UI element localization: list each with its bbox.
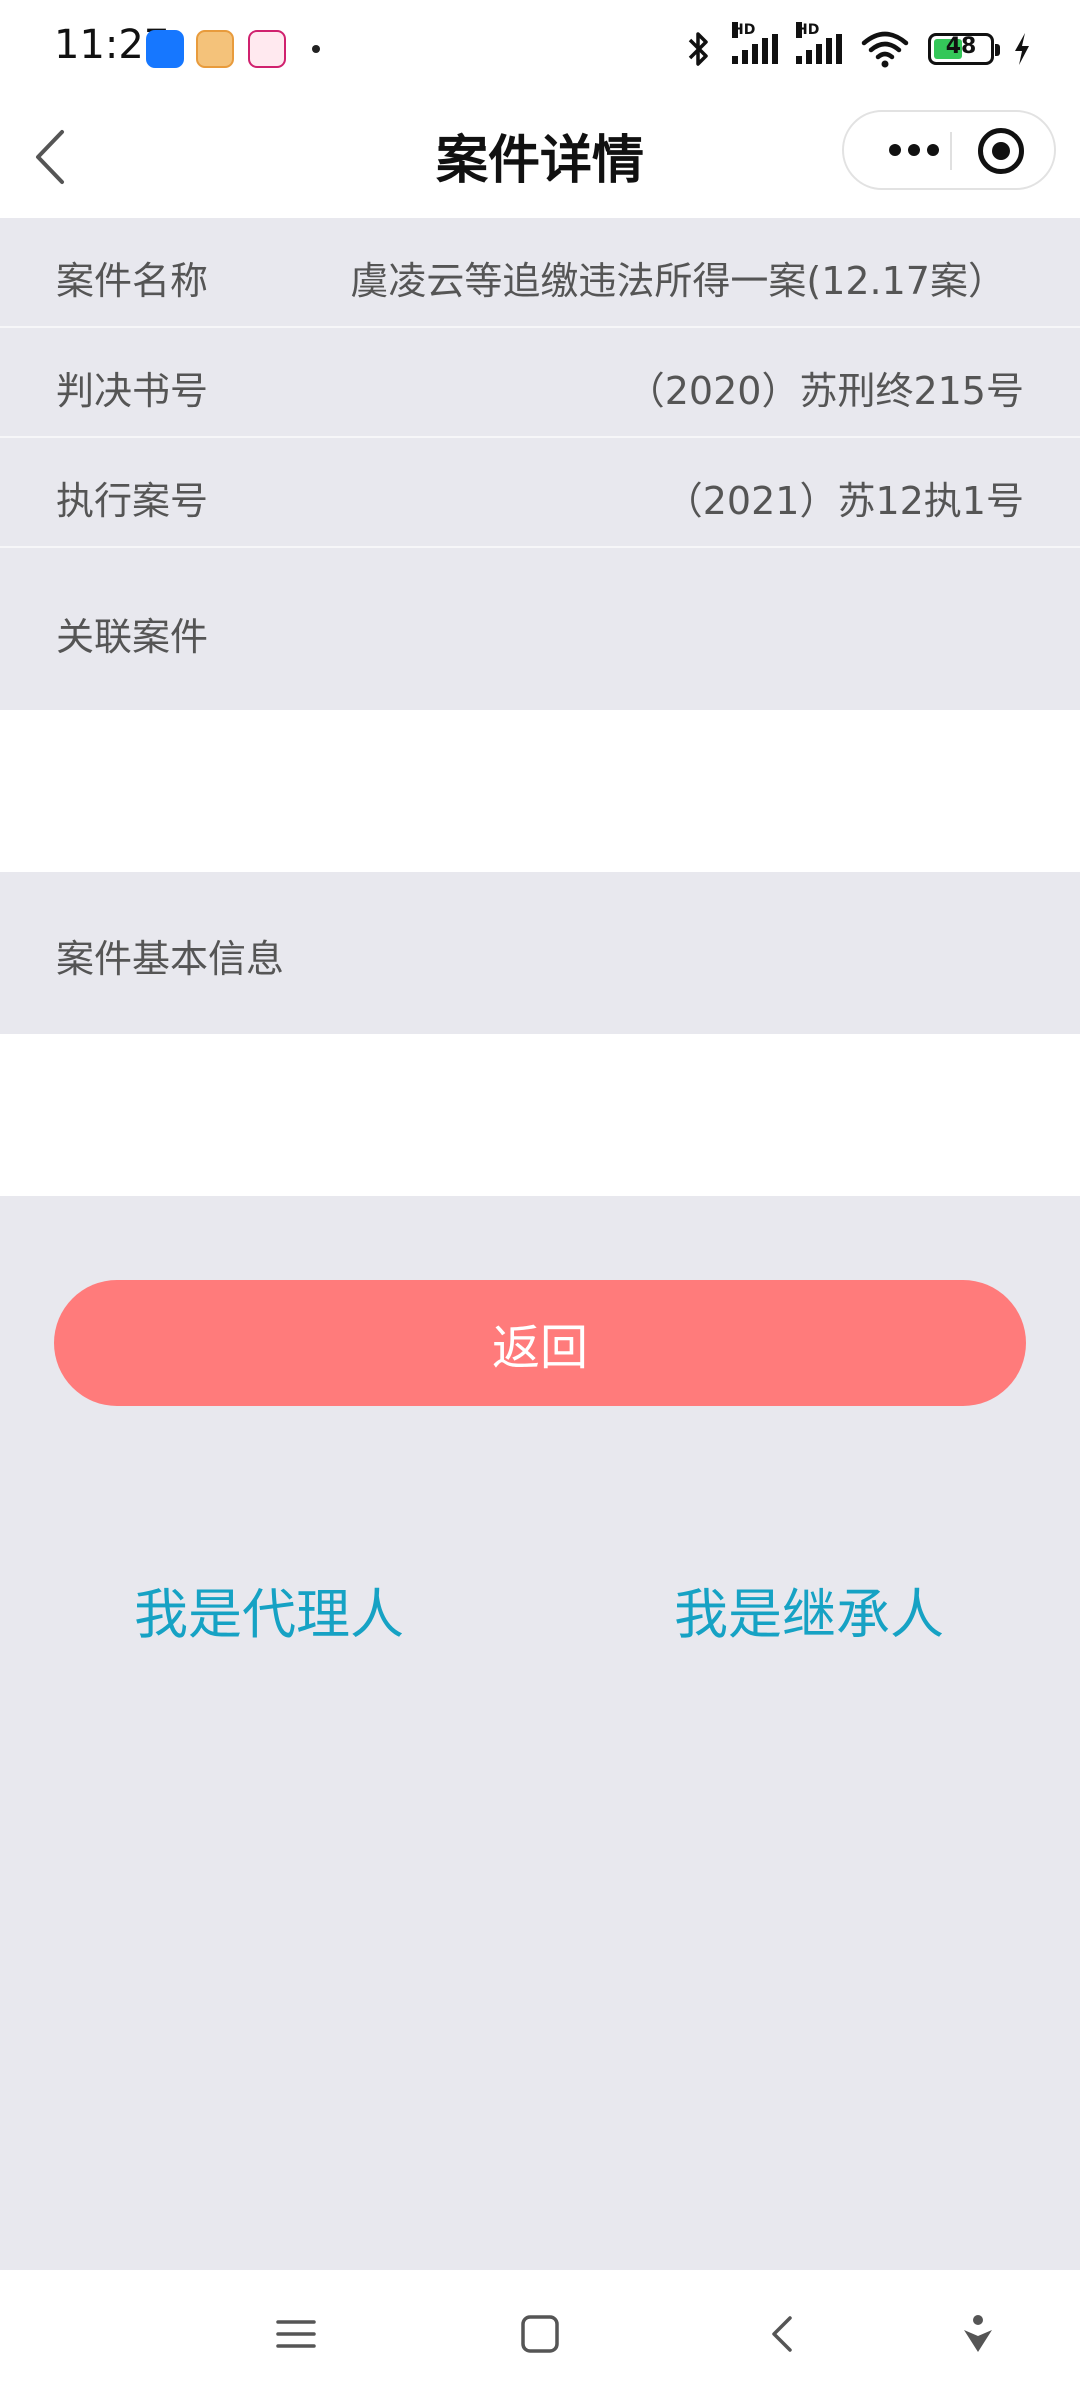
hd-label: HD: [732, 22, 756, 38]
cellular-signal-icon: HD: [796, 22, 842, 64]
wifi-icon: [861, 31, 909, 68]
bluetooth-icon: [688, 32, 708, 66]
agent-link[interactable]: 我是代理人: [134, 1570, 404, 1649]
case-name-value: 虞凌云等追缴违法所得一案(12.17案）: [350, 259, 1006, 303]
related-cases-content: [0, 710, 1080, 872]
more-dots-icon: [889, 144, 901, 156]
home-square-icon: [521, 2315, 559, 2353]
charging-bolt-icon: [1015, 33, 1029, 65]
case-name-row: 案件名称 虞凌云等追缴违法所得一案(12.17案）: [0, 220, 1080, 328]
system-status-icons: HD HD 48: [684, 22, 1032, 72]
verdict-number-label: 判决书号: [56, 369, 209, 413]
more-notifications-dot-icon: [312, 45, 320, 53]
system-navigation-bar: [0, 2270, 1080, 2400]
verdict-number-value: （2020）苏刑终215号: [626, 369, 1024, 413]
accessibility-button[interactable]: [948, 2304, 1008, 2364]
recent-apps-button[interactable]: [266, 2304, 326, 2364]
more-menu-button[interactable]: [874, 112, 954, 188]
accessibility-icon: [964, 2315, 992, 2352]
case-name-label: 案件名称: [56, 259, 209, 303]
execution-number-value: （2021）苏12执1号: [664, 479, 1024, 523]
home-button[interactable]: [510, 2304, 570, 2364]
verdict-number-row: 判决书号 （2020）苏刑终215号: [0, 330, 1080, 438]
heir-link[interactable]: 我是继承人: [674, 1570, 944, 1649]
notification-app-icon: [146, 30, 184, 68]
execution-number-label: 执行案号: [56, 479, 209, 523]
return-button[interactable]: 返回: [54, 1280, 1026, 1406]
battery-level: 48: [945, 34, 977, 59]
capsule-divider: [950, 132, 952, 170]
basic-info-header: 案件基本信息: [0, 872, 1080, 1034]
related-cases-header: 关联案件: [0, 550, 1080, 710]
cellular-signal-icon: HD: [732, 22, 778, 64]
execution-number-row: 执行案号 （2021）苏12执1号: [0, 440, 1080, 548]
menu-icon: [276, 2320, 316, 2348]
status-bar: 11:27 HD HD 48: [0, 0, 1080, 96]
navigation-bar: 案件详情: [0, 96, 1080, 218]
close-mini-program-button[interactable]: [978, 128, 1024, 174]
related-cases-label: 关联案件: [56, 615, 209, 659]
basic-info-content: [0, 1034, 1080, 1196]
notification-app-icon: [196, 30, 234, 68]
back-triangle-icon: [772, 2316, 792, 2352]
basic-info-label: 案件基本信息: [56, 937, 285, 981]
system-back-button[interactable]: [754, 2304, 814, 2364]
notification-app-icon: [248, 30, 286, 68]
hd-label: HD: [796, 22, 820, 38]
mini-program-capsule: [842, 110, 1056, 190]
battery-icon: 48: [928, 33, 1000, 65]
